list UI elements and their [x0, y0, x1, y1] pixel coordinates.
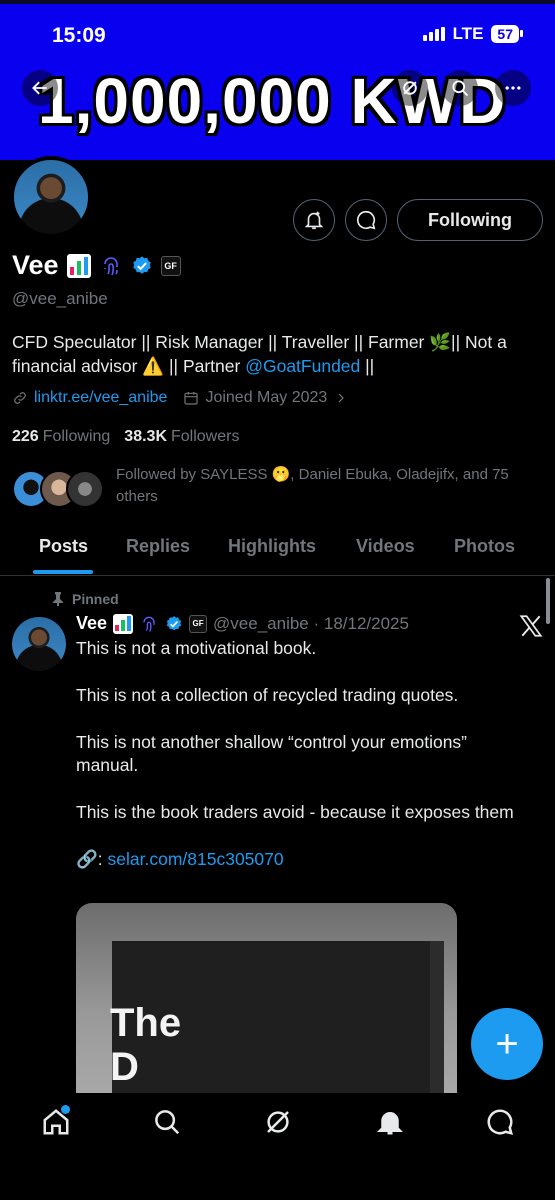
profile-tabs: Posts Replies Highlights Videos Photos — [0, 520, 555, 576]
back-arrow-icon — [32, 81, 47, 95]
chart-emoji-icon — [66, 253, 91, 278]
home-notification-dot — [61, 1105, 70, 1114]
signal-icon — [422, 27, 445, 41]
pinned-label: Pinned — [52, 591, 119, 607]
tab-highlights[interactable]: Highlights — [228, 536, 316, 557]
bio-text-end: || — [360, 356, 375, 376]
nav-messages[interactable] — [485, 1107, 515, 1137]
back-button[interactable] — [22, 70, 58, 106]
post-line: This is not a collection of recycled tra… — [76, 684, 459, 705]
post-avatar[interactable] — [12, 617, 66, 671]
profile-name: Vee — [12, 250, 59, 280]
search-icon — [452, 80, 469, 97]
bottom-navigation — [0, 1093, 555, 1200]
post-line: This is not a motivational book. — [76, 638, 317, 658]
profile-avatar[interactable] — [10, 156, 92, 238]
fingerprint-icon — [143, 616, 155, 632]
post-line: This is the book traders avoid - because… — [76, 801, 514, 822]
tab-photos[interactable]: Photos — [454, 536, 515, 557]
grok-icon — [403, 81, 417, 95]
x-logo-icon — [519, 615, 543, 637]
bell-plus-icon — [304, 211, 324, 230]
search-button[interactable] — [442, 70, 478, 106]
tab-videos[interactable]: Videos — [356, 536, 415, 557]
affiliate-badge[interactable]: GF — [160, 255, 181, 276]
profile-meta: linktr.ee/vee_anibe Joined May 2023 — [12, 389, 349, 407]
avatar — [66, 470, 104, 508]
pinned-text: Pinned — [72, 591, 119, 607]
link-icon — [14, 392, 26, 404]
status-time: 15:09 — [52, 24, 106, 47]
following-count: 226 — [12, 428, 39, 445]
chart-emoji-icon — [113, 613, 134, 634]
post-line: This is not another shallow “control you… — [76, 731, 468, 775]
post-text: This is not a motivational book. This is… — [76, 637, 516, 871]
profile-name-row: Vee GF — [12, 250, 181, 281]
grok-summary-button[interactable] — [293, 199, 335, 241]
post-link[interactable]: selar.com/815c305070 — [108, 849, 284, 869]
followed-by-text: Followed by SAYLESS 🫢, Daniel Ebuka, Ola… — [116, 466, 509, 505]
status-indicators: LTE 57 — [422, 24, 523, 44]
profile-handle: @vee_anibe — [12, 289, 108, 308]
chevron-right-icon[interactable] — [333, 390, 349, 406]
active-tab-indicator — [33, 570, 93, 574]
followed-by-row[interactable]: Followed by SAYLESS 🫢, Daniel Ebuka, Ola… — [12, 464, 536, 512]
network-label: LTE — [452, 24, 484, 43]
scrollbar[interactable] — [546, 578, 550, 624]
messages-icon — [487, 1109, 514, 1136]
book-title-line2: D — [110, 1045, 139, 1089]
follow-counts: 226 Following 38.3K Followers — [12, 428, 239, 446]
post-header: Vee GF @vee_anibe · 18/12/2025 — [76, 613, 409, 634]
followers-label: Followers — [171, 428, 240, 445]
message-icon — [356, 210, 376, 230]
compose-post-button[interactable]: + — [471, 1008, 543, 1080]
post-link-row: 🔗: selar.com/815c305070 — [76, 848, 516, 871]
verified-badge-icon[interactable] — [165, 615, 183, 633]
following-label: Following — [42, 428, 111, 445]
more-button[interactable] — [495, 70, 531, 106]
verified-badge-icon[interactable] — [131, 255, 153, 277]
website-link[interactable]: linktr.ee/vee_anibe — [34, 389, 167, 407]
banner-text: 1,000,000 KWD — [38, 65, 507, 137]
following-count-link[interactable]: 226 Following — [12, 428, 110, 446]
bio-mention-link[interactable]: @GoatFunded — [245, 356, 360, 376]
tab-replies[interactable]: Replies — [126, 536, 190, 557]
grok-button[interactable] — [392, 70, 428, 106]
calendar-icon — [184, 392, 199, 405]
post-author-name[interactable]: Vee — [76, 613, 107, 634]
post-link-prefix: 🔗: — [76, 848, 108, 869]
search-icon — [155, 1110, 180, 1135]
nav-grok[interactable] — [263, 1107, 293, 1137]
nav-notifications[interactable] — [375, 1107, 405, 1137]
book-title-line1: The — [110, 1001, 182, 1045]
nav-search[interactable] — [152, 1107, 182, 1137]
profile-bio: CFD Speculator || Risk Manager || Travel… — [12, 330, 542, 378]
more-icon — [505, 86, 521, 90]
grok-icon — [267, 1111, 289, 1133]
followers-count-link[interactable]: 38.3K Followers — [124, 428, 239, 446]
followers-you-know-avatars — [12, 470, 104, 512]
notifications-icon — [376, 1112, 404, 1135]
joined-date: Joined May 2023 — [205, 389, 328, 406]
post-image[interactable]: The D — [76, 903, 457, 1093]
battery-icon: 57 — [491, 25, 523, 43]
tab-posts[interactable]: Posts — [39, 536, 88, 557]
message-button[interactable] — [345, 199, 387, 241]
pin-icon — [53, 592, 63, 606]
followers-count: 38.3K — [124, 428, 167, 445]
post-handle-date[interactable]: @vee_anibe · 18/12/2025 — [213, 614, 409, 634]
affiliate-badge[interactable]: GF — [189, 614, 208, 633]
fingerprint-icon — [103, 256, 118, 275]
following-button[interactable]: Following — [397, 199, 543, 241]
